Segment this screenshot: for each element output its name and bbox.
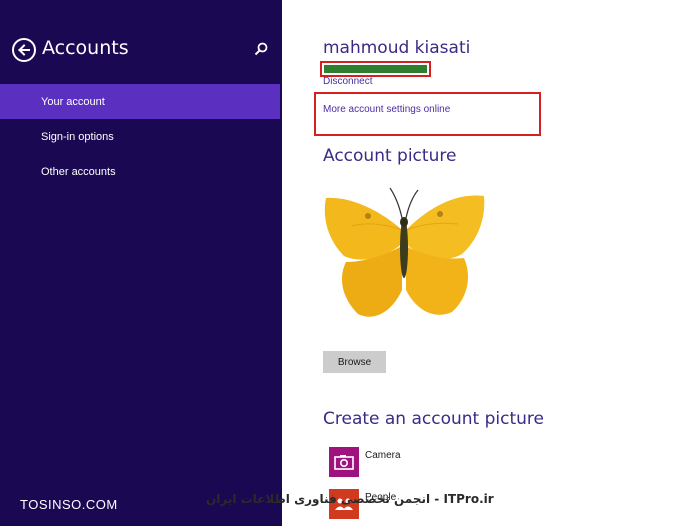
search-button[interactable] bbox=[253, 41, 269, 57]
sidebar-item-label: Your account bbox=[41, 95, 105, 108]
email-redacted bbox=[320, 61, 431, 77]
create-picture-heading: Create an account picture bbox=[323, 409, 544, 429]
account-picture-image bbox=[324, 187, 485, 317]
back-arrow-icon bbox=[18, 44, 30, 56]
watermark-right: انجمن تخصصی فناوری اطلاعات ایران - ITPro… bbox=[206, 492, 494, 506]
sidebar-item-your-account[interactable]: Your account bbox=[0, 84, 280, 119]
sidebar-item-other-accounts[interactable]: Other accounts bbox=[0, 154, 280, 189]
search-icon bbox=[254, 42, 268, 56]
account-picture-heading: Account picture bbox=[323, 146, 457, 166]
sidebar-nav: Your account Sign-in options Other accou… bbox=[0, 84, 280, 189]
browse-button[interactable]: Browse bbox=[323, 351, 386, 373]
back-button[interactable] bbox=[12, 38, 36, 62]
main-panel: mahmoud kiasati Disconnect More account … bbox=[282, 0, 678, 526]
sidebar: Accounts Your account Sign-in options Ot… bbox=[0, 0, 282, 526]
sidebar-item-sign-in-options[interactable]: Sign-in options bbox=[0, 119, 280, 154]
camera-app[interactable]: Camera bbox=[329, 447, 401, 477]
sidebar-item-label: Other accounts bbox=[41, 165, 116, 178]
camera-icon bbox=[334, 455, 354, 470]
user-name: mahmoud kiasati bbox=[323, 38, 471, 58]
sidebar-title: Accounts bbox=[42, 37, 129, 59]
more-account-settings-link[interactable]: More account settings online bbox=[323, 104, 450, 115]
watermark-left: TOSINSO.COM bbox=[20, 497, 118, 512]
sidebar-item-label: Sign-in options bbox=[41, 130, 114, 143]
camera-tile bbox=[329, 447, 359, 477]
app-label: Camera bbox=[365, 449, 401, 461]
disconnect-link[interactable]: Disconnect bbox=[323, 76, 372, 87]
